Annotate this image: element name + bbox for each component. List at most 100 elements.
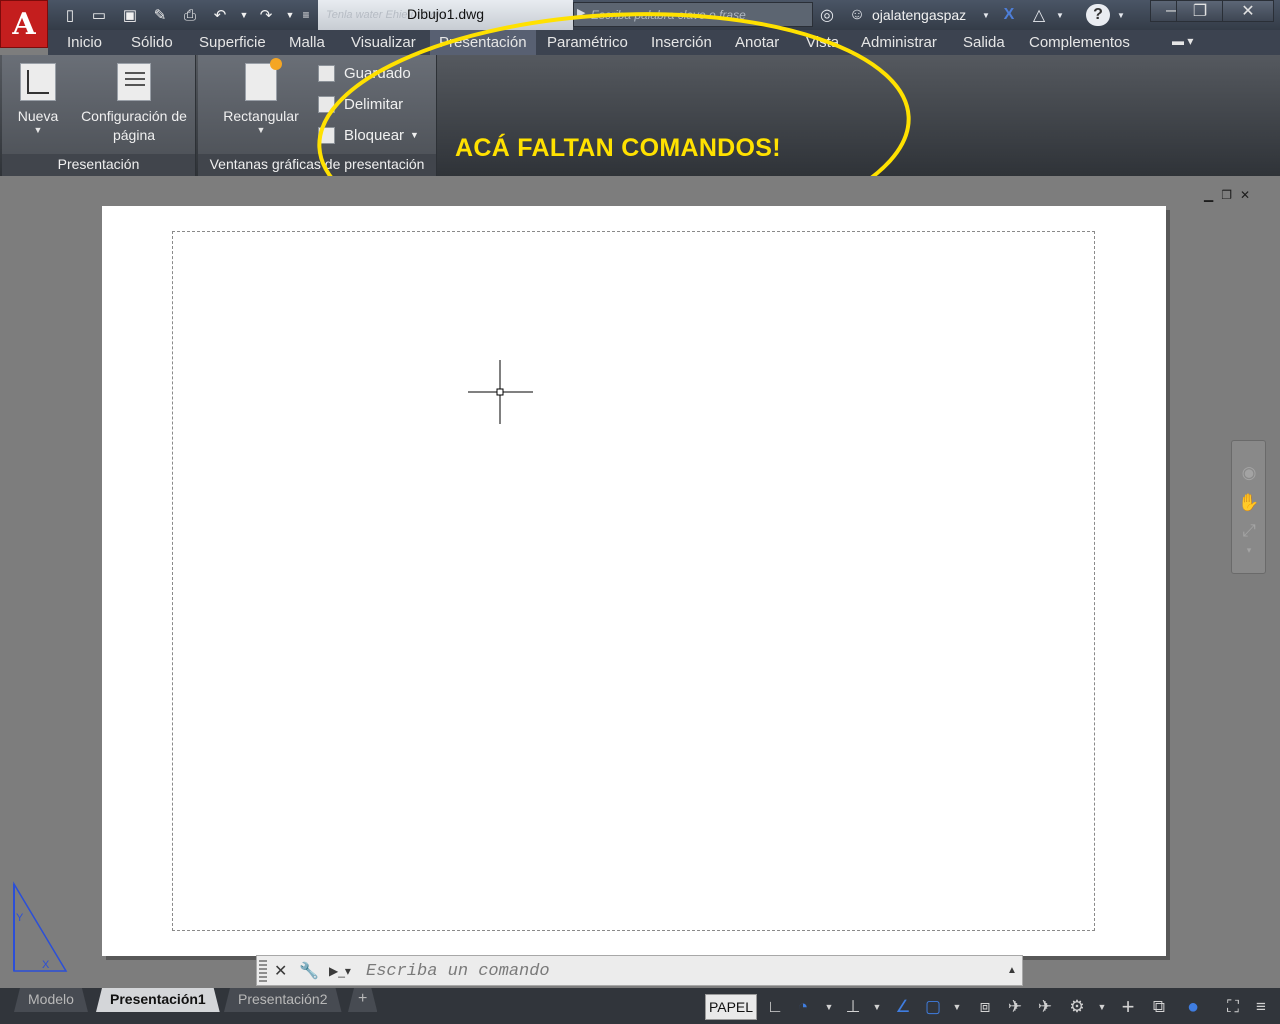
configuracion-label-line1: Configuración de bbox=[81, 108, 187, 124]
command-input[interactable] bbox=[366, 961, 1006, 981]
customization-menu-icon[interactable]: ≡ bbox=[1250, 996, 1272, 1018]
command-line-close-icon[interactable]: ✕ bbox=[274, 961, 287, 981]
page-setup-icon bbox=[117, 63, 151, 101]
close-window-icon[interactable]: ✕ bbox=[1222, 0, 1274, 22]
bloquear-dropdown-icon[interactable]: ▼ bbox=[410, 130, 419, 140]
isodraft-icon[interactable]: ⊥ bbox=[842, 996, 864, 1018]
zoom-extents-icon[interactable]: ⤢ bbox=[1238, 521, 1260, 543]
delimitar-button[interactable]: Delimitar bbox=[318, 93, 403, 115]
object-snap-tracking-icon[interactable]: ∠ bbox=[892, 996, 914, 1018]
tab-insercion[interactable]: Inserción bbox=[651, 30, 712, 55]
redo-icon[interactable]: ↷ bbox=[256, 5, 276, 25]
restore-window-icon[interactable]: ❐ bbox=[1176, 0, 1224, 22]
drawing-overlay: Y X bbox=[13, 360, 533, 972]
isolate-objects-icon[interactable]: ⧉ bbox=[1148, 996, 1170, 1018]
exchange-apps-icon[interactable]: X bbox=[998, 4, 1020, 26]
layout-tab-modelo[interactable]: Modelo bbox=[14, 988, 88, 1012]
tab-visualizar[interactable]: Visualizar bbox=[351, 30, 416, 55]
tab-vista[interactable]: Vista bbox=[806, 30, 839, 55]
tab-presentacion[interactable]: Presentación bbox=[430, 30, 536, 55]
tab-superficie[interactable]: Superficie bbox=[199, 30, 266, 55]
guardado-label: Guardado bbox=[344, 64, 411, 82]
nueva-button[interactable]: Nueva ▼ bbox=[12, 63, 64, 135]
user-icon[interactable]: ☺ bbox=[846, 4, 868, 26]
search-expand-icon[interactable]: ▶ bbox=[577, 6, 585, 19]
maximize-viewport-icon[interactable]: ⧈ bbox=[974, 996, 996, 1018]
nueva-label: Nueva bbox=[17, 108, 59, 124]
help-icon[interactable]: ? bbox=[1086, 4, 1110, 26]
nueva-dropdown-icon[interactable]: ▼ bbox=[12, 126, 64, 135]
polar-tracking-icon[interactable]: ◔ bbox=[792, 996, 814, 1018]
steering-wheel-icon[interactable]: ◉ bbox=[1238, 463, 1260, 485]
tab-complementos[interactable]: Complementos bbox=[1029, 30, 1130, 55]
tab-salida[interactable]: Salida bbox=[963, 30, 1005, 55]
save-as-icon[interactable]: ✎ bbox=[150, 5, 170, 25]
tab-administrar[interactable]: Administrar bbox=[861, 30, 937, 55]
binoculars-icon[interactable]: ◎ bbox=[816, 4, 838, 26]
object-snap-icon[interactable]: ▢ bbox=[922, 996, 944, 1018]
layout-tab-presentacion1[interactable]: Presentación1 bbox=[96, 988, 220, 1012]
user-menu-dropdown-icon[interactable]: ▼ bbox=[980, 4, 992, 26]
guardado-button[interactable]: Guardado bbox=[318, 62, 411, 84]
object-snap-dropdown-icon[interactable]: ▼ bbox=[946, 996, 968, 1018]
autocad-logo-icon: A bbox=[12, 6, 36, 42]
clean-screen-icon[interactable]: ⛶ bbox=[1222, 996, 1244, 1018]
new-layout-icon bbox=[20, 63, 56, 101]
command-line-grip[interactable] bbox=[259, 960, 267, 982]
stay-connected-icon[interactable]: △ bbox=[1028, 4, 1050, 26]
search-input[interactable] bbox=[591, 6, 809, 24]
command-line-customize-icon[interactable]: 🔧 bbox=[299, 961, 319, 981]
tab-malla[interactable]: Malla bbox=[289, 30, 325, 55]
add-layout-icon[interactable]: + bbox=[348, 988, 377, 1012]
svg-text:Y: Y bbox=[16, 912, 24, 924]
rectangular-dropdown-icon[interactable]: ▼ bbox=[216, 126, 306, 135]
layout-tab-presentacion2[interactable]: Presentación2 bbox=[224, 988, 342, 1012]
application-menu-button[interactable]: A bbox=[0, 0, 48, 48]
annotation-text: ACÁ FALTAN COMANDOS! bbox=[455, 134, 781, 162]
grid-icon[interactable]: ∟ bbox=[764, 996, 786, 1018]
command-history-icon[interactable]: ▲ bbox=[1007, 965, 1017, 976]
hardware-acceleration-icon[interactable]: ● bbox=[1182, 996, 1204, 1018]
pan-hand-icon[interactable]: ✋ bbox=[1238, 493, 1260, 515]
recent-commands-icon[interactable]: ▶_▾ bbox=[329, 964, 351, 978]
rectangular-label: Rectangular bbox=[223, 108, 299, 124]
rectangular-button[interactable]: Rectangular ▼ bbox=[216, 58, 306, 135]
tab-inicio[interactable]: Inicio bbox=[67, 30, 102, 55]
annotation-monitor-icon[interactable]: + bbox=[1117, 994, 1139, 1019]
ribbon-tab-bar: Inicio Sólido Superficie Malla Visualiza… bbox=[48, 30, 1280, 55]
navigation-bar: ◉ ✋ ⤢ ▾ bbox=[1231, 440, 1266, 574]
connected-dropdown-icon[interactable]: ▼ bbox=[1054, 4, 1066, 26]
ucs-icon: Y X bbox=[13, 881, 68, 972]
isodraft-dropdown-icon[interactable]: ▼ bbox=[866, 996, 888, 1018]
panel-title-ventanas-graficas: Ventanas gráficas de presentación bbox=[198, 154, 436, 176]
new-file-icon[interactable]: ▯ bbox=[60, 5, 80, 25]
undo-icon[interactable]: ↶ bbox=[210, 5, 230, 25]
annotation-visibility-icon[interactable]: ✈ bbox=[1034, 996, 1056, 1018]
tab-anotar[interactable]: Anotar bbox=[735, 30, 779, 55]
title-bar: ▯ ▭ ▣ ✎ ⎙ ↶ ▼ ↷ ▼ ≡ Tenla water Ehie uf … bbox=[0, 0, 1280, 30]
clip-viewport-icon bbox=[318, 95, 335, 113]
workspace-dropdown-icon[interactable]: ▼ bbox=[1091, 996, 1113, 1018]
annotation-scale-icon[interactable]: ✈ bbox=[1004, 996, 1026, 1018]
drawing-area[interactable]: ▁ ❐ ✕ Y X ◉ ✋ ⤢ ▾ bbox=[0, 176, 1280, 988]
paper-space-toggle[interactable]: PAPEL bbox=[705, 994, 757, 1020]
workspace-gear-icon[interactable]: ⚙ bbox=[1066, 996, 1088, 1018]
navbar-menu-icon[interactable]: ▾ bbox=[1238, 545, 1260, 567]
configuracion-pagina-button[interactable]: Configuración de página bbox=[74, 63, 194, 145]
customize-toolbar-icon[interactable]: ≡ bbox=[296, 5, 316, 25]
tab-solido[interactable]: Sólido bbox=[131, 30, 173, 55]
search-box[interactable]: ▶ bbox=[573, 2, 813, 27]
print-icon[interactable]: ⎙ bbox=[180, 5, 200, 25]
crosshair-cursor-icon bbox=[468, 360, 533, 424]
undo-dropdown-icon[interactable]: ▼ bbox=[234, 5, 254, 25]
user-name[interactable]: ojalatengaspaz bbox=[872, 7, 966, 23]
polar-dropdown-icon[interactable]: ▼ bbox=[818, 996, 840, 1018]
ribbon: Nueva ▼ Configuración de página Presenta… bbox=[0, 55, 1280, 176]
ribbon-minimize-icon[interactable]: ▬ ▾ bbox=[1172, 30, 1193, 55]
bloquear-button[interactable]: Bloquear ▼ bbox=[318, 124, 419, 146]
tab-parametrico[interactable]: Paramétrico bbox=[547, 30, 628, 55]
open-folder-icon[interactable]: ▭ bbox=[89, 5, 109, 25]
save-icon[interactable]: ▣ bbox=[120, 5, 140, 25]
panel-presentacion: Nueva ▼ Configuración de página Presenta… bbox=[2, 55, 196, 176]
help-dropdown-icon[interactable]: ▼ bbox=[1115, 4, 1127, 26]
